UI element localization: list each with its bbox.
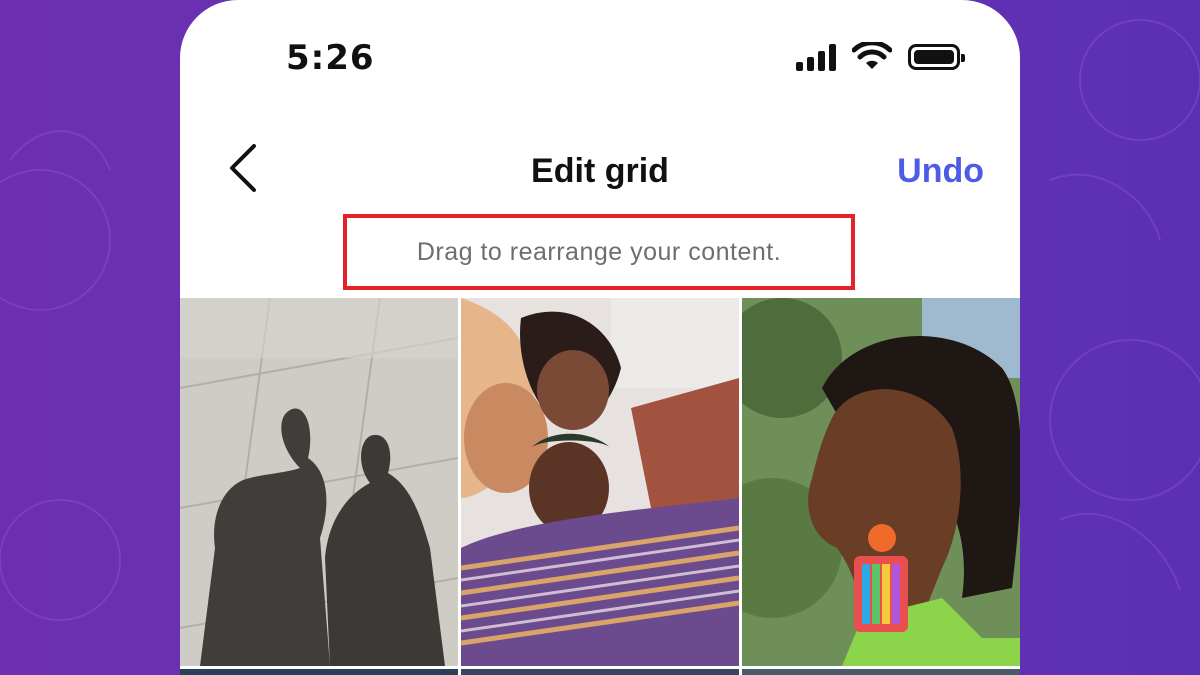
status-icons — [796, 42, 965, 72]
phone-screen: 5:26 Edit grid Undo Drag to rearrange yo… — [180, 0, 1020, 675]
status-time: 5:26 — [286, 38, 375, 78]
grid-row2-tile[interactable] — [461, 669, 739, 675]
photo-friends-looking-down[interactable] — [461, 298, 739, 666]
cellular-signal-icon — [796, 43, 836, 71]
page-title: Edit grid — [531, 152, 669, 190]
photo-woman-rainbow-earring[interactable] — [742, 298, 1020, 666]
wifi-icon — [852, 42, 892, 69]
navigation-bar: Edit grid Undo — [180, 130, 1020, 210]
hint-highlight-box: Drag to rearrange your content. — [343, 214, 855, 290]
grid-row2-tile[interactable] — [180, 669, 458, 675]
battery-icon — [908, 44, 965, 70]
hint-text: Drag to rearrange your content. — [416, 237, 782, 266]
content-grid — [180, 298, 1020, 675]
grid-row2-tile[interactable] — [742, 669, 1020, 675]
undo-button[interactable]: Undo — [897, 152, 984, 191]
status-bar: 5:26 — [180, 0, 1020, 110]
photo-shadows-sidewalk[interactable] — [180, 298, 458, 666]
